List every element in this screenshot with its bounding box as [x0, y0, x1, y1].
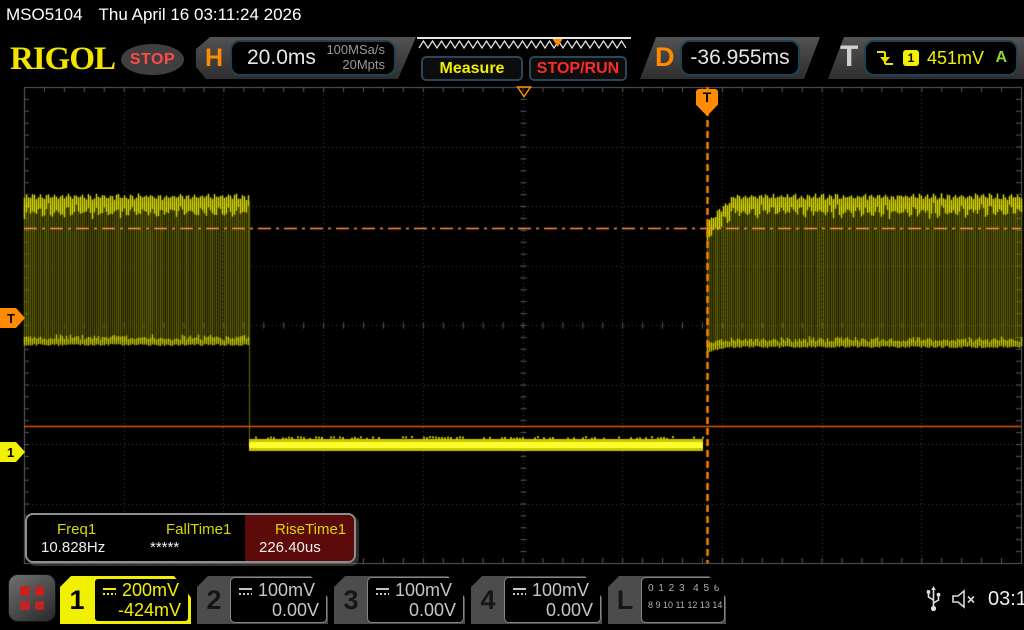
- delay-value: -36.955ms: [690, 46, 789, 70]
- delay-label: D: [655, 42, 675, 73]
- channel-number: 1: [60, 576, 94, 624]
- measurement-value: *****: [150, 539, 245, 556]
- titlebar: MSO5104 Thu April 16 03:11:24 2026: [6, 5, 301, 25]
- trigger-source-badge: 1: [903, 50, 919, 66]
- measurement-label: RiseTime1: [259, 521, 354, 538]
- datetime: Thu April 16 03:11:24 2026: [99, 5, 302, 24]
- dc-coupling-icon: [375, 587, 390, 596]
- usb-icon: [926, 586, 941, 612]
- model-name: MSO5104: [6, 5, 83, 24]
- trigger-label: T: [840, 40, 858, 74]
- measurement-risetime1[interactable]: RiseTime1 226.40us: [245, 515, 354, 561]
- channel-2-tab[interactable]: 2 100mV 0.00V: [197, 576, 328, 624]
- memory-overview-icon: [415, 37, 633, 52]
- horizontal-settings-tab[interactable]: H 20.0ms 100MSa/s 20Mpts: [196, 37, 418, 79]
- logic-channels-row2: 8 9 10 11 12 13 14 15: [648, 598, 724, 613]
- rigol-logo: RIGOL: [10, 41, 115, 78]
- channel-4-tab[interactable]: 4 100mV 0.00V: [471, 576, 602, 624]
- channel-1-tab[interactable]: 1 200mV -424mV: [60, 576, 191, 624]
- channel-scale: 100mV: [395, 581, 452, 601]
- channel-scale: 100mV: [532, 581, 589, 601]
- logic-analyzer-tab[interactable]: L 0 1 2 3 4 5 6 7 8 9 10 11 12 13 14 15: [608, 576, 726, 624]
- channel-offset: 0.00V: [512, 601, 593, 621]
- oscilloscope-screen: MSO5104Thu April 16 03:11:24 2026 RIGOL …: [0, 0, 1024, 630]
- sample-rate: 100MSa/s: [326, 43, 385, 58]
- run-state-badge: STOP: [121, 44, 184, 75]
- channel-offset: 0.00V: [238, 601, 319, 621]
- trigger-sweep-mode: A: [995, 49, 1007, 67]
- channel-number: 2: [197, 576, 231, 624]
- timebase-pill[interactable]: 20.0ms 100MSa/s 20Mpts: [230, 40, 396, 76]
- clock-time: 03:10: [988, 588, 1024, 611]
- logic-label: L: [608, 576, 642, 624]
- dc-coupling-icon: [238, 587, 253, 596]
- measurement-panel: Freq1 10.828Hz FallTime1 ***** RiseTime1…: [25, 513, 356, 563]
- menu-grid-button[interactable]: [8, 574, 56, 622]
- channel-offset: -424mV: [102, 601, 181, 621]
- logic-channels-row1: 0 1 2 3 4 5 6 7: [648, 581, 724, 598]
- stop-run-button[interactable]: STOP/RUN: [529, 56, 627, 81]
- speaker-muted-icon: [951, 588, 978, 610]
- measurement-falltime1[interactable]: FallTime1 *****: [136, 515, 245, 561]
- channel-scale: 100mV: [258, 581, 315, 601]
- channel-number: 4: [471, 576, 505, 624]
- measure-button[interactable]: Measure: [421, 56, 523, 81]
- memory-depth: 20Mpts: [326, 58, 385, 73]
- delay-reference-icon: [516, 86, 532, 98]
- measurement-value: 10.828Hz: [41, 539, 136, 556]
- trigger-level-value: 451mV: [927, 48, 984, 69]
- measurement-label: FallTime1: [150, 521, 245, 538]
- trigger-tab[interactable]: T 1 451mV A: [828, 37, 1024, 79]
- timebase-value: 20.0ms: [247, 46, 316, 70]
- measurement-freq1[interactable]: Freq1 10.828Hz: [27, 515, 136, 561]
- menu-grid-icon: [20, 586, 30, 596]
- measurement-label: Freq1: [41, 521, 136, 538]
- channel-offset: 0.00V: [375, 601, 456, 621]
- dc-coupling-icon: [102, 587, 117, 596]
- falling-edge-icon: [875, 49, 895, 67]
- channel-scale: 200mV: [122, 581, 179, 601]
- horizontal-label: H: [205, 44, 223, 73]
- channel-number: 3: [334, 576, 368, 624]
- measurement-value: 226.40us: [259, 539, 354, 556]
- waveform-overview-bar[interactable]: [415, 37, 633, 52]
- dc-coupling-icon: [512, 587, 527, 596]
- channel-3-tab[interactable]: 3 100mV 0.00V: [334, 576, 465, 624]
- acquisition-info: 100MSa/s 20Mpts: [326, 43, 385, 73]
- delay-tab[interactable]: D -36.955ms: [640, 37, 820, 79]
